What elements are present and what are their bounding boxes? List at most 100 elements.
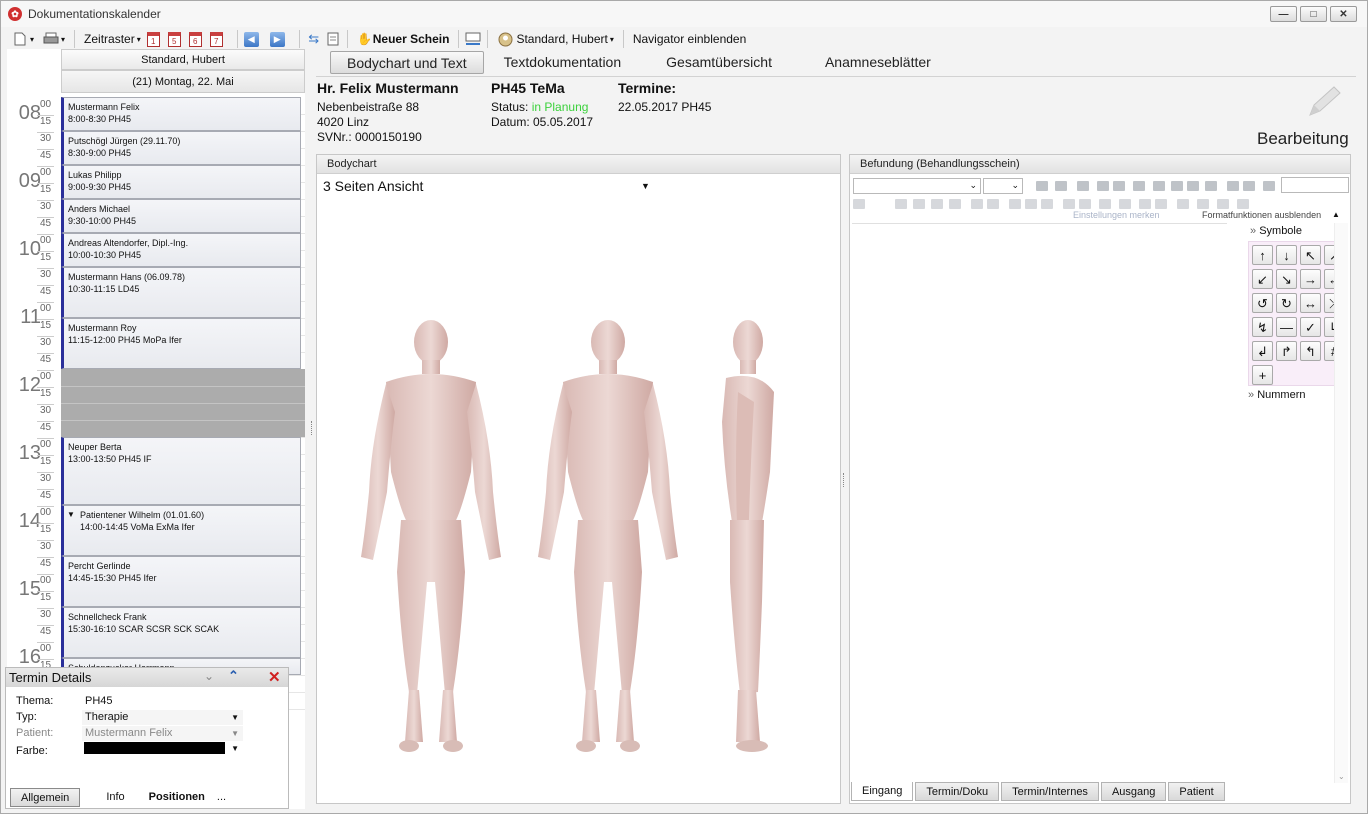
table-tool-icon[interactable] bbox=[1025, 199, 1037, 209]
format-tool-icon[interactable] bbox=[1171, 181, 1183, 191]
symbol-button[interactable]: → bbox=[1300, 269, 1321, 289]
einstellungen-merken-link[interactable]: Einstellungen merken bbox=[1073, 210, 1160, 220]
appointment[interactable]: Lukas Philipp 9:00-9:30 PH45 bbox=[61, 165, 301, 199]
symbol-button[interactable]: ↻ bbox=[1276, 293, 1297, 313]
format-tool-icon[interactable] bbox=[1153, 181, 1165, 191]
tab-positionen[interactable]: Positionen bbox=[139, 788, 215, 807]
font-size-select[interactable]: ⌄ bbox=[983, 178, 1023, 194]
format-tool-icon[interactable] bbox=[1097, 181, 1109, 191]
appointment[interactable]: Neuper Berta 13:00-13:50 PH45 IF bbox=[61, 437, 301, 505]
calendar-day-5-icon[interactable]: 5 bbox=[167, 31, 181, 47]
tab-info[interactable]: Info bbox=[96, 788, 134, 807]
symbol-button[interactable]: ↯ bbox=[1252, 317, 1273, 337]
symbol-button[interactable]: ↙ bbox=[1252, 269, 1273, 289]
tab-textdokumentation[interactable]: Textdokumentation bbox=[484, 51, 650, 74]
symbol-button[interactable]: ✓ bbox=[1300, 317, 1321, 337]
table-tool-icon[interactable] bbox=[1177, 199, 1189, 209]
close-details-icon[interactable]: ✕ bbox=[268, 668, 281, 686]
zeitraster-dropdown[interactable]: Zeitraster ▾ bbox=[81, 29, 144, 49]
tab-eingang[interactable]: Eingang bbox=[851, 782, 914, 801]
format-tool-icon[interactable] bbox=[1036, 181, 1048, 191]
table-tool-icon[interactable] bbox=[931, 199, 943, 209]
format-tool-icon[interactable] bbox=[1243, 181, 1255, 191]
layout-icon[interactable] bbox=[465, 31, 481, 47]
table-tool-icon[interactable] bbox=[1041, 199, 1053, 209]
symbol-button[interactable]: ↱ bbox=[1276, 341, 1297, 361]
symbol-button[interactable]: ↲ bbox=[1252, 341, 1273, 361]
format-tool-icon[interactable] bbox=[1077, 181, 1089, 191]
calendar-date-header[interactable]: (21) Montag, 22. Mai bbox=[61, 70, 305, 93]
appointment[interactable]: Anders Michael 9:30-10:00 PH45 bbox=[61, 199, 301, 233]
symbol-button[interactable]: ↰ bbox=[1300, 341, 1321, 361]
format-tool-icon[interactable] bbox=[1055, 181, 1067, 191]
calendar-day-1-icon[interactable]: 1 bbox=[146, 31, 160, 47]
calendar-day-7-icon[interactable]: 7 bbox=[209, 31, 223, 47]
symbole-header[interactable]: » Symbole bbox=[1250, 225, 1302, 237]
format-tool-icon[interactable] bbox=[1133, 181, 1145, 191]
tab-ausgang[interactable]: Ausgang bbox=[1100, 782, 1167, 801]
close-button[interactable]: ✕ bbox=[1330, 6, 1357, 22]
neuer-schein-button[interactable]: ✋ Neuer Schein bbox=[354, 29, 453, 49]
new-document-button[interactable]: ▾ bbox=[9, 29, 37, 49]
table-tool-icon[interactable] bbox=[1217, 199, 1229, 209]
appointment[interactable]: Mustermann Hans (06.09.78) 10:30-11:15 LD… bbox=[61, 267, 301, 318]
navigator-button[interactable]: Navigator einblenden bbox=[630, 29, 749, 49]
symbol-button[interactable]: ↓ bbox=[1276, 245, 1297, 265]
right-splitter-grip[interactable] bbox=[843, 473, 846, 487]
table-tool-icon[interactable] bbox=[1099, 199, 1111, 209]
table-tool-icon[interactable] bbox=[895, 199, 907, 209]
tab-termin-internes[interactable]: Termin/Internes bbox=[1001, 782, 1099, 801]
expand-up-icon[interactable]: ⌃ bbox=[228, 668, 239, 684]
table-tool-icon[interactable] bbox=[1063, 199, 1075, 209]
format-tool-icon[interactable] bbox=[1113, 181, 1125, 191]
nummern-header[interactable]: » Nummern bbox=[1248, 389, 1305, 401]
table-tool-icon[interactable] bbox=[971, 199, 983, 209]
format-input[interactable] bbox=[1281, 177, 1349, 193]
collapse-icon[interactable]: ⌄ bbox=[204, 669, 214, 683]
symbol-button[interactable]: ↺ bbox=[1252, 293, 1273, 313]
table-tool-icon[interactable] bbox=[1139, 199, 1151, 209]
appointment[interactable]: Mustermann Felix 8:00-8:30 PH45 bbox=[61, 97, 301, 131]
left-splitter-grip[interactable] bbox=[311, 421, 314, 435]
typ-select[interactable]: Therapie ▼ bbox=[82, 710, 243, 725]
format-tool-icon[interactable] bbox=[1205, 181, 1217, 191]
format-tool-icon[interactable] bbox=[1263, 181, 1275, 191]
maximize-button[interactable]: □ bbox=[1300, 6, 1327, 22]
appointment[interactable]: Mustermann Roy 11:15-12:00 PH45 MoPa Ifer bbox=[61, 318, 301, 369]
symbol-button[interactable]: ↑ bbox=[1252, 245, 1273, 265]
format-tool-icon[interactable] bbox=[1227, 181, 1239, 191]
user-dropdown[interactable]: Standard, Hubert ▾ bbox=[494, 29, 616, 49]
appointment[interactable]: ▼ Patientener Wilhelm (01.01.60) 14:00-14:… bbox=[61, 505, 301, 556]
table-tool-icon[interactable] bbox=[1009, 199, 1021, 209]
patient-select[interactable]: Mustermann Felix ▼ bbox=[82, 726, 243, 741]
calendar-day-6-icon[interactable]: 6 bbox=[188, 31, 202, 47]
scroll-down-icon[interactable]: ⌄ bbox=[1338, 772, 1345, 781]
farbe-picker[interactable]: ▼ bbox=[82, 741, 243, 755]
next-arrow-icon[interactable]: ▶ bbox=[269, 31, 285, 47]
format-tool-icon[interactable] bbox=[1187, 181, 1199, 191]
tab-anamneseblaetter[interactable]: Anamneseblätter bbox=[800, 51, 959, 74]
table-tool-icon[interactable] bbox=[1155, 199, 1167, 209]
font-family-select[interactable]: ⌄ bbox=[853, 178, 981, 194]
bodychart-canvas[interactable] bbox=[318, 204, 839, 802]
minimize-button[interactable]: — bbox=[1270, 6, 1297, 22]
tab-more[interactable]: ... bbox=[215, 788, 228, 807]
symbol-button[interactable]: ↘ bbox=[1276, 269, 1297, 289]
table-tool-icon[interactable] bbox=[987, 199, 999, 209]
table-tool-icon[interactable] bbox=[949, 199, 961, 209]
tab-gesamtuebersicht[interactable]: Gesamtübersicht bbox=[649, 51, 800, 74]
table-tool-icon[interactable] bbox=[1119, 199, 1131, 209]
appointment[interactable]: Putschögl Jürgen (29.11.70) 8:30-9:00 PH4… bbox=[61, 131, 301, 165]
symbol-button[interactable]: — bbox=[1276, 317, 1297, 337]
expand-triangle-icon[interactable]: ▼ bbox=[67, 509, 75, 521]
table-tool-icon[interactable] bbox=[853, 199, 865, 209]
appointment[interactable]: Schnellcheck Frank 15:30-16:10 SCAR SCSR … bbox=[61, 607, 301, 658]
print-button[interactable]: ▾ bbox=[40, 29, 68, 49]
tab-termin-doku[interactable]: Termin/Doku bbox=[915, 782, 1000, 801]
symbol-button[interactable]: + bbox=[1252, 365, 1273, 385]
symbol-button[interactable]: ↔ bbox=[1300, 293, 1321, 313]
appointment[interactable]: Andreas Altendorfer, Dipl.-Ing. 10:00-10:… bbox=[61, 233, 301, 267]
table-tool-icon[interactable] bbox=[1237, 199, 1249, 209]
tab-bodychart-und-text[interactable]: Bodychart und Text bbox=[330, 50, 484, 74]
view-select[interactable]: 3 Seiten Ansicht bbox=[323, 178, 423, 194]
